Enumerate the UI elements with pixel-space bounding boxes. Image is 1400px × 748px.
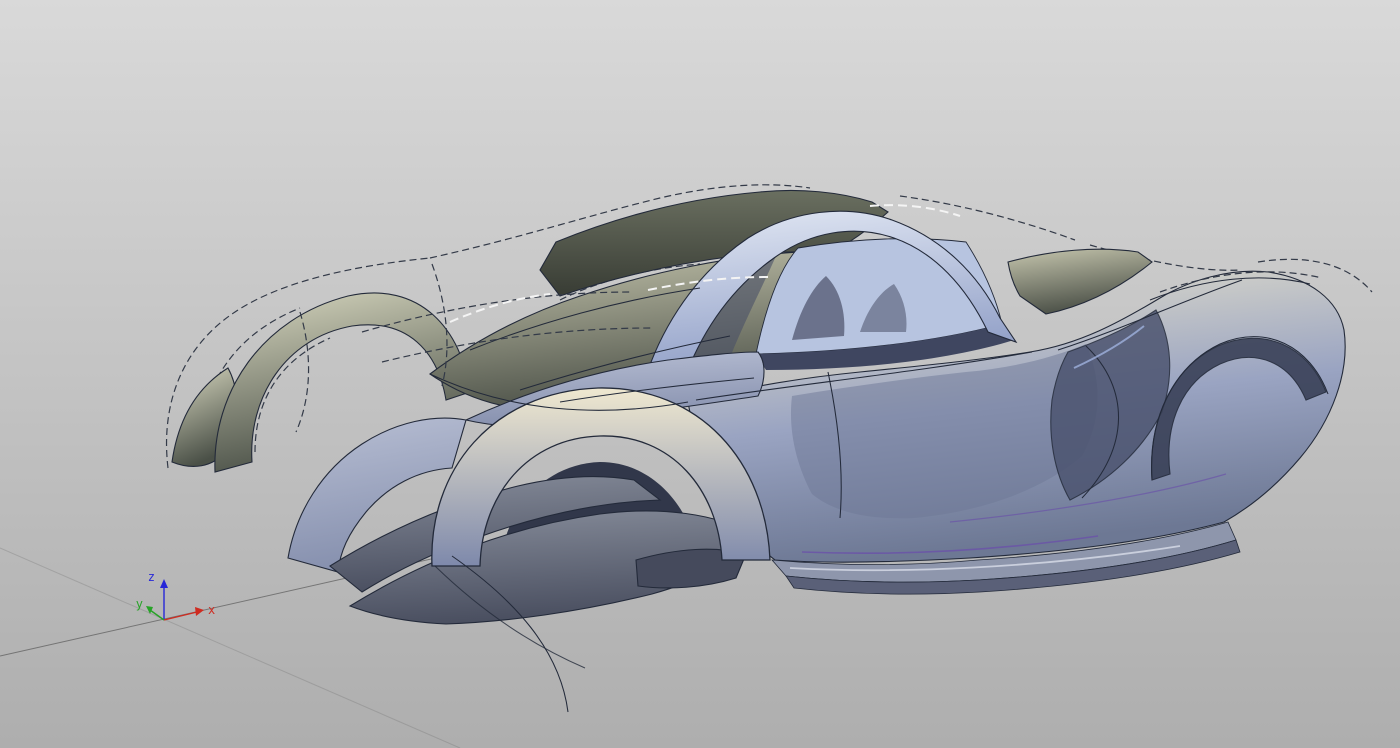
scene-svg: z x y	[0, 0, 1400, 748]
axis-z-label: z	[148, 570, 155, 584]
3d-viewport[interactable]: z x y	[0, 0, 1400, 748]
axis-x-label: x	[208, 603, 215, 617]
axis-y-label: y	[136, 597, 143, 611]
